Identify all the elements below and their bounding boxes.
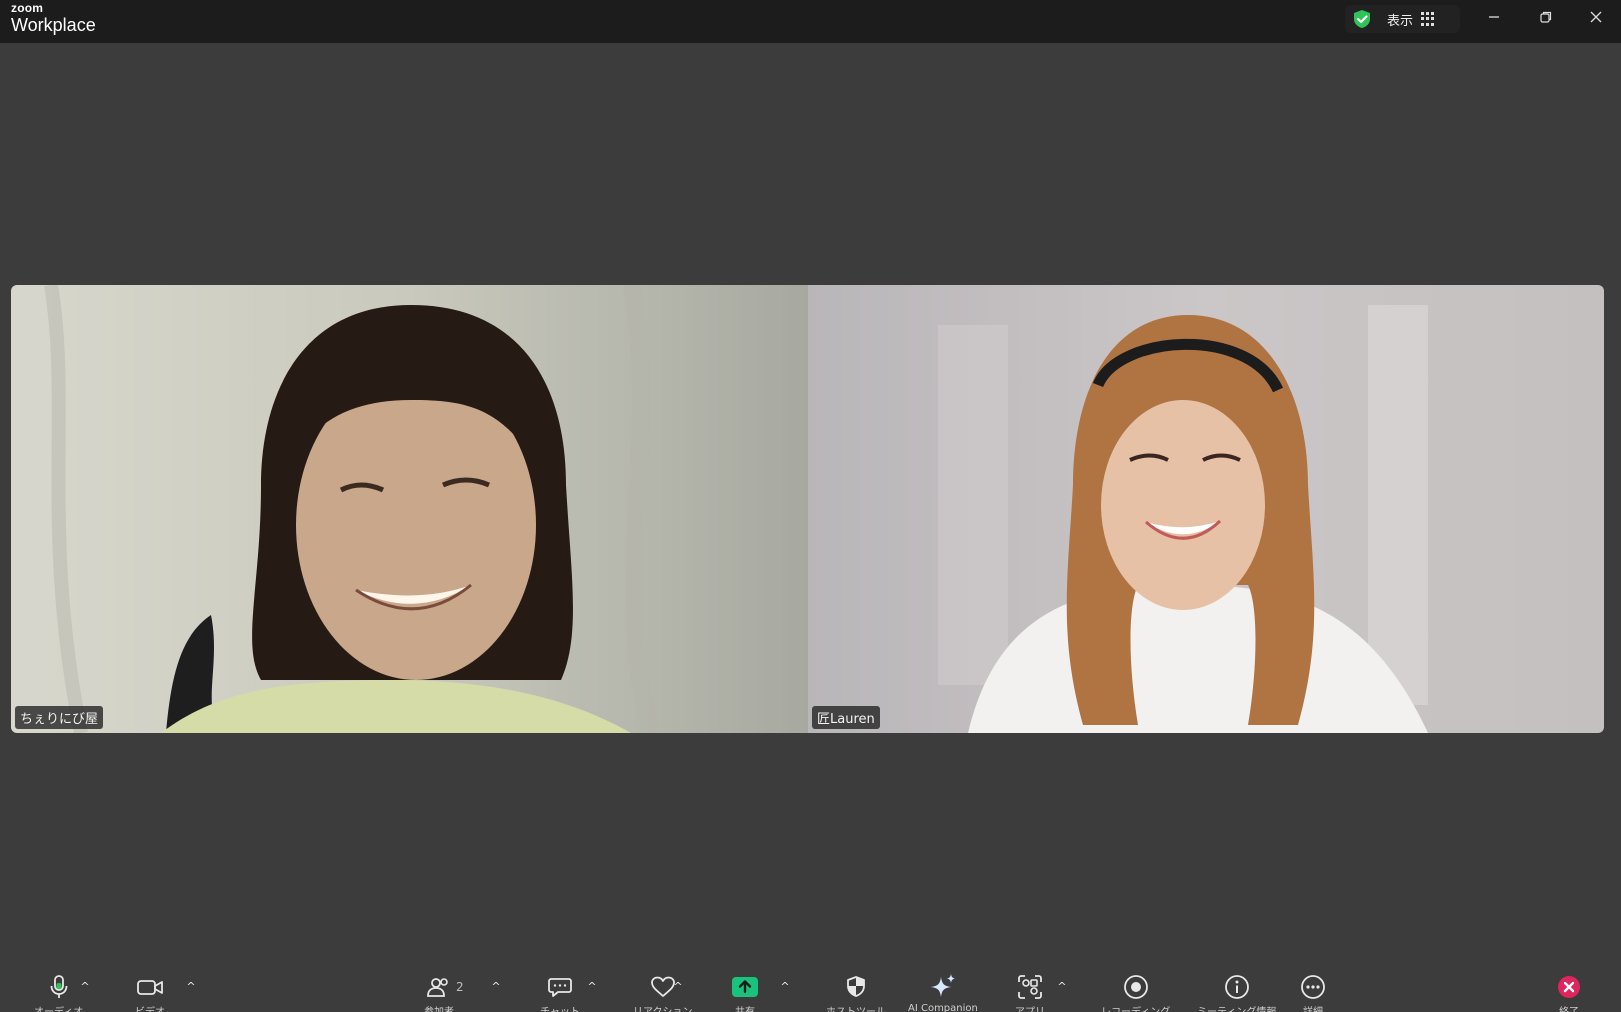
- participant-2-video-frame: [808, 285, 1604, 733]
- restore-icon: [1540, 11, 1552, 23]
- end-meeting-button[interactable]: 終了: [1553, 973, 1585, 1012]
- video-camera-icon: [137, 980, 163, 995]
- video-tile-participant-1[interactable]: ちぇりにび屋: [11, 285, 808, 733]
- participants-button[interactable]: 参加者: [423, 973, 455, 1012]
- title-bar: zoom Workplace 表示: [0, 0, 1621, 43]
- end-label: 終了: [1559, 1003, 1579, 1012]
- more-icon: [1301, 975, 1325, 999]
- chat-label: チャット: [540, 1003, 580, 1012]
- share-options-chevron-icon[interactable]: ^: [778, 981, 792, 993]
- audio-button[interactable]: オーディオ: [34, 973, 83, 1012]
- record-icon: [1123, 975, 1148, 999]
- view-label: 表示: [1387, 13, 1414, 29]
- reactions-label: リアクション: [633, 1003, 693, 1012]
- restore-button[interactable]: [1523, 0, 1569, 34]
- video-label: ビデオ: [135, 1003, 165, 1012]
- participants-label: 参加者: [424, 1003, 454, 1012]
- logo-big-text: Workplace: [11, 15, 96, 35]
- record-label: レコーディング: [1101, 1003, 1170, 1012]
- audio-label: オーディオ: [34, 1003, 83, 1012]
- minimize-button[interactable]: [1471, 0, 1517, 34]
- ai-companion-label: AI Companion: [908, 1003, 978, 1012]
- chat-options-chevron-icon[interactable]: ^: [585, 981, 599, 993]
- audio-options-chevron-icon[interactable]: ^: [78, 981, 92, 993]
- meeting-info-button[interactable]: ミーティング情報: [1197, 973, 1276, 1012]
- microphone-icon: [50, 975, 68, 998]
- more-button[interactable]: 詳細: [1297, 973, 1329, 1012]
- video-options-chevron-icon[interactable]: ^: [184, 981, 198, 993]
- chat-icon: [548, 978, 572, 997]
- share-screen-button[interactable]: 共有: [729, 973, 761, 1012]
- close-icon: [1590, 11, 1602, 23]
- close-window-button[interactable]: [1573, 0, 1619, 34]
- host-tools-button[interactable]: ホストツール: [826, 973, 886, 1012]
- app-logo: zoom Workplace: [11, 2, 96, 34]
- end-x-icon: [1558, 976, 1580, 998]
- meeting-toolbar: オーディオ ^ ビデオ ^ 参加者 2 ^ チャ: [0, 960, 1621, 1012]
- participant-name-tag: 匠Lauren: [812, 706, 880, 729]
- more-label: 詳細: [1303, 1003, 1323, 1012]
- apps-icon: [1018, 975, 1042, 999]
- minimize-icon: [1489, 16, 1499, 18]
- participants-options-chevron-icon[interactable]: ^: [489, 981, 503, 993]
- shield-icon: [847, 976, 865, 997]
- ai-companion-button[interactable]: AI Companion: [908, 973, 978, 1012]
- apps-options-chevron-icon[interactable]: ^: [1055, 981, 1069, 993]
- logo-small-text: zoom: [11, 1, 44, 15]
- view-button[interactable]: 表示: [1345, 5, 1460, 33]
- meeting-info-label: ミーティング情報: [1197, 1003, 1276, 1012]
- sparkle-icon: [930, 974, 955, 997]
- chat-button[interactable]: チャット: [540, 973, 580, 1012]
- video-button[interactable]: ビデオ: [134, 973, 166, 1012]
- apps-label: アプリ: [1015, 1003, 1045, 1012]
- participant-name-tag: ちぇりにび屋: [15, 706, 104, 729]
- share-screen-icon: [732, 977, 758, 997]
- reactions-options-chevron-icon[interactable]: ^: [671, 981, 685, 993]
- apps-button[interactable]: アプリ: [1014, 973, 1046, 1012]
- record-button[interactable]: レコーディング: [1101, 973, 1170, 1012]
- share-label: 共有: [735, 1003, 755, 1012]
- info-icon: [1224, 975, 1249, 999]
- participant-1-video-frame: [11, 285, 808, 733]
- video-tile-participant-2[interactable]: 匠Lauren: [808, 285, 1604, 733]
- participants-icon: [427, 978, 448, 997]
- participants-count: 2: [456, 980, 464, 994]
- grid-view-icon: [1421, 12, 1435, 26]
- shield-check-icon: [1354, 10, 1370, 28]
- host-tools-label: ホストツール: [826, 1003, 886, 1012]
